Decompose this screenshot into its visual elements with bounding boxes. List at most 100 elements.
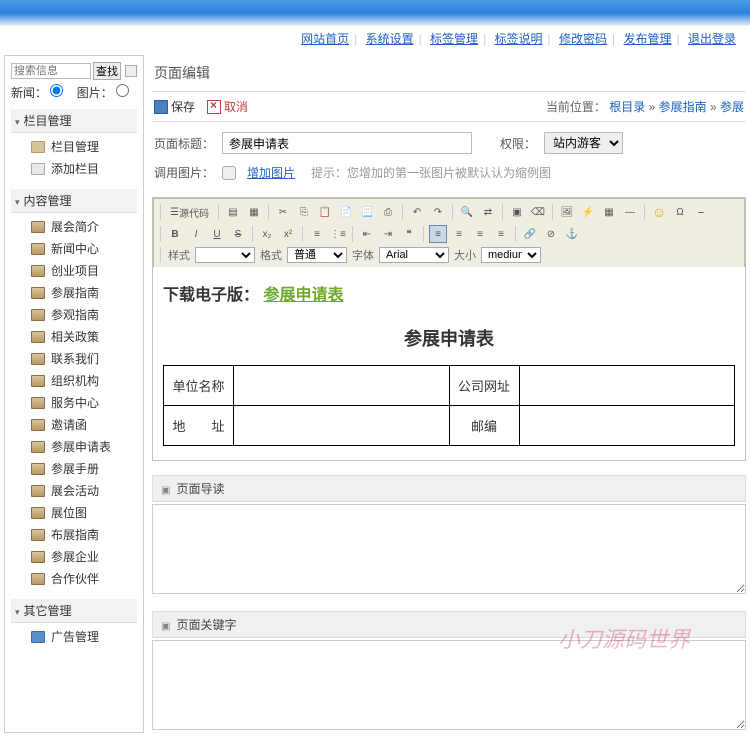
copy-icon[interactable]: ⎘ — [295, 203, 313, 221]
hr-icon[interactable]: — — [621, 203, 639, 221]
undo-icon[interactable]: ↶ — [408, 203, 426, 221]
sidebar-item[interactable]: 展会简介 — [11, 216, 137, 238]
keywords-textarea[interactable] — [152, 640, 746, 730]
cat-content-head[interactable]: 内容管理 — [11, 189, 137, 213]
sidebar-item[interactable]: 合作伙伴 — [11, 568, 137, 590]
sidebar-item[interactable]: 布展指南 — [11, 524, 137, 546]
search-extra-icon[interactable] — [125, 65, 137, 77]
cell-website-val[interactable] — [519, 366, 735, 406]
cut-icon[interactable]: ✂ — [274, 203, 292, 221]
outdent-icon[interactable]: ⇤ — [358, 225, 376, 243]
nav-logout[interactable]: 退出登录 — [688, 32, 736, 46]
image-icon[interactable]: 🖼 — [558, 203, 576, 221]
pagebreak-icon[interactable]: ⎯ — [692, 203, 710, 221]
print-icon[interactable]: ⎙ — [379, 203, 397, 221]
align-left-icon[interactable]: ≡ — [429, 225, 447, 243]
sidebar-item-addcol[interactable]: 添加栏目 — [11, 158, 137, 180]
sidebar-item[interactable]: 创业项目 — [11, 260, 137, 282]
editor-body[interactable]: 下载电子版： 参展申请表 参展申请表 单位名称 公司网址 地 址 邮编 — [153, 267, 745, 460]
ol-icon[interactable]: ≡ — [308, 225, 326, 243]
sidebar-item[interactable]: 参展手册 — [11, 458, 137, 480]
align-right-icon[interactable]: ≡ — [471, 225, 489, 243]
nav-tagmgr[interactable]: 标签管理 — [430, 32, 478, 46]
nav-sys[interactable]: 系统设置 — [366, 32, 414, 46]
sidebar-item[interactable]: 展会活动 — [11, 480, 137, 502]
sup-icon[interactable]: x² — [279, 225, 297, 243]
crumb-root[interactable]: 根目录 — [609, 100, 645, 114]
paste-text-icon[interactable]: 📄 — [337, 203, 355, 221]
perm-select[interactable]: 站内游客 — [544, 132, 623, 154]
find-icon[interactable]: 🔍 — [458, 203, 476, 221]
sidebar-item[interactable]: 相关政策 — [11, 326, 137, 348]
nav-pwd[interactable]: 修改密码 — [559, 32, 607, 46]
sidebar-item[interactable]: 展位图 — [11, 502, 137, 524]
cell-company-val[interactable] — [234, 366, 450, 406]
font-select[interactable]: Arial — [379, 247, 449, 263]
crumb-1[interactable]: 参展指南 — [659, 100, 707, 114]
sidebar-item[interactable]: 组织机构 — [11, 370, 137, 392]
search-button[interactable]: 查找 — [93, 62, 121, 80]
cancel-button[interactable]: 取消 — [207, 98, 248, 115]
newdoc-icon[interactable]: ▤ — [224, 203, 242, 221]
sidebar-item[interactable]: 参展指南 — [11, 282, 137, 304]
redo-icon[interactable]: ↷ — [429, 203, 447, 221]
selectall-icon[interactable]: ▣ — [508, 203, 526, 221]
sidebar-item[interactable]: 联系我们 — [11, 348, 137, 370]
crumb-2[interactable]: 参展 — [720, 100, 744, 114]
save-button[interactable]: 保存 — [154, 98, 195, 115]
nav-tagdesc[interactable]: 标签说明 — [495, 32, 543, 46]
sidebar-item[interactable]: 新闻中心 — [11, 238, 137, 260]
replace-icon[interactable]: ⇄ — [479, 203, 497, 221]
save-icon — [154, 100, 168, 114]
smiley-icon[interactable]: ☺ — [650, 203, 668, 221]
source-button[interactable]: ☰ 源代码 — [166, 203, 213, 221]
style-select[interactable] — [195, 247, 255, 263]
title-input[interactable] — [222, 132, 472, 154]
preview-icon[interactable]: ▦ — [245, 203, 263, 221]
sidebar-item[interactable]: 参展企业 — [11, 546, 137, 568]
add-image-link[interactable]: 增加图片 — [247, 164, 295, 181]
link-icon[interactable]: 🔗 — [521, 225, 539, 243]
sidebar-item[interactable]: 参观指南 — [11, 304, 137, 326]
nav-publish[interactable]: 发布管理 — [624, 32, 672, 46]
section-keywords-head[interactable]: 页面关键字 — [152, 611, 746, 638]
intro-textarea[interactable] — [152, 504, 746, 594]
anchor-icon[interactable]: ⚓ — [563, 225, 581, 243]
format-select[interactable]: 普通 — [287, 247, 347, 263]
flash-icon[interactable]: ⚡ — [579, 203, 597, 221]
search-input[interactable] — [11, 63, 91, 79]
removefmt-icon[interactable]: ⌫ — [529, 203, 547, 221]
size-select[interactable]: medium — [481, 247, 541, 263]
cat-column-head[interactable]: 栏目管理 — [11, 109, 137, 133]
sidebar-item[interactable]: 参展申请表 — [11, 436, 137, 458]
table-icon[interactable]: ▦ — [600, 203, 618, 221]
bold-icon[interactable]: B — [166, 225, 184, 243]
nav-home[interactable]: 网站首页 — [301, 32, 349, 46]
cell-address-val[interactable] — [234, 406, 450, 446]
cat-other-head[interactable]: 其它管理 — [11, 599, 137, 623]
indent-icon[interactable]: ⇥ — [379, 225, 397, 243]
paste-icon[interactable]: 📋 — [316, 203, 334, 221]
sidebar-item-colmgr[interactable]: 栏目管理 — [11, 136, 137, 158]
editor-toolbar: ☰ 源代码 ▤ ▦ ✂ ⎘ 📋 📄 📃 ⎙ ↶ ↷ 🔍 ⇄ — [153, 198, 745, 267]
align-justify-icon[interactable]: ≡ — [492, 225, 510, 243]
cell-zip-val[interactable] — [519, 406, 735, 446]
sidebar-item[interactable]: 服务中心 — [11, 392, 137, 414]
align-center-icon[interactable]: ≡ — [450, 225, 468, 243]
radio-pic[interactable] — [116, 84, 129, 97]
unlink-icon[interactable]: ⊘ — [542, 225, 560, 243]
paste-word-icon[interactable]: 📃 — [358, 203, 376, 221]
specialchar-icon[interactable]: Ω — [671, 203, 689, 221]
quote-icon[interactable]: ❝ — [400, 225, 418, 243]
section-intro-head[interactable]: 页面导读 — [152, 475, 746, 502]
cell-zip: 邮编 — [449, 406, 519, 446]
sub-icon[interactable]: x₂ — [258, 225, 276, 243]
ul-icon[interactable]: ⋮≡ — [329, 225, 347, 243]
italic-icon[interactable]: I — [187, 225, 205, 243]
underline-icon[interactable]: U — [208, 225, 226, 243]
sidebar-item[interactable]: 邀请函 — [11, 414, 137, 436]
strike-icon[interactable]: S — [229, 225, 247, 243]
download-link[interactable]: 参展申请表 — [263, 287, 343, 304]
radio-news[interactable] — [50, 84, 63, 97]
sidebar-item-admgr[interactable]: 广告管理 — [11, 626, 137, 648]
